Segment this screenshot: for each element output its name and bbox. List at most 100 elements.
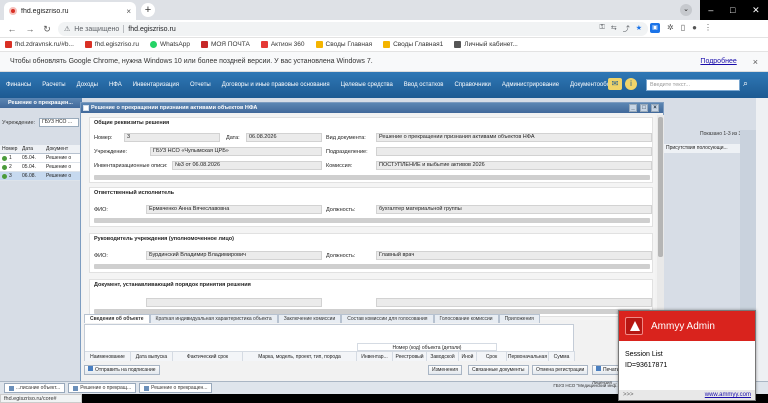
signed-check-icon bbox=[2, 173, 7, 179]
grid-col-release-date[interactable]: Дата выпуска bbox=[131, 352, 173, 361]
grid-col-inventory[interactable]: Инвентар... bbox=[357, 352, 393, 361]
menu-item-income[interactable]: Доходы bbox=[77, 82, 98, 88]
grid-col-factory[interactable]: Заводской bbox=[427, 352, 459, 361]
taskbar-item[interactable]: Решение о прекращен... bbox=[139, 383, 213, 393]
send-for-signing-button[interactable]: Отправить на подписание bbox=[84, 365, 160, 375]
modal-minimize-icon[interactable]: _ bbox=[629, 104, 637, 112]
bookmark-item[interactable]: WhatsApp bbox=[149, 41, 190, 48]
browser-tab[interactable]: fhd.egiszriso.ru × bbox=[4, 2, 136, 20]
bookmark-star-icon[interactable]: ★ bbox=[636, 24, 642, 34]
menu-item-administration[interactable]: Администрирование bbox=[502, 82, 559, 88]
menu-search-input[interactable]: Введите текст... bbox=[646, 79, 740, 91]
bookmark-item[interactable]: Своды Главная1 bbox=[383, 41, 443, 48]
tab-search-icon[interactable]: ⌄ bbox=[680, 4, 692, 16]
tab-characteristics[interactable]: Краткая индивидуальная характеристика об… bbox=[149, 314, 278, 323]
menu-item-nfa[interactable]: НФА bbox=[109, 82, 122, 88]
menu-item-balances[interactable]: Ввод остатков bbox=[404, 82, 444, 88]
grid-col-name[interactable]: Наименование bbox=[85, 352, 131, 361]
menu-item-calculations[interactable]: Расчеты bbox=[42, 82, 65, 88]
cancel-registration-button[interactable]: Отмена регистрации bbox=[532, 365, 589, 375]
tab-attachments[interactable]: Приложения bbox=[498, 314, 540, 323]
linked-documents-button[interactable]: Связанные документы bbox=[468, 365, 529, 375]
menu-item-reports[interactable]: Отчеты bbox=[190, 82, 211, 88]
executor-position-field[interactable]: бухгалтер материальной группы bbox=[376, 205, 652, 214]
profile-icon[interactable]: ● bbox=[692, 23, 697, 33]
section-scrollbar[interactable] bbox=[94, 175, 650, 180]
head-fio-field[interactable]: Бурдинский Владимир Владимирович bbox=[146, 251, 322, 260]
grid-col-other[interactable]: Иной bbox=[459, 352, 477, 361]
share-icon[interactable]: ⤴ bbox=[623, 24, 630, 34]
grid-col-initial[interactable]: Первоначальная bbox=[507, 352, 549, 361]
close-window-icon[interactable]: ✕ bbox=[752, 5, 760, 16]
table-row[interactable]: 3 06.08. Решение о bbox=[0, 172, 82, 181]
grid-col-model[interactable]: Марка, модель, проект, тип, порода bbox=[243, 352, 357, 361]
basis-field-2[interactable] bbox=[376, 298, 652, 307]
maximize-icon[interactable]: □ bbox=[730, 5, 735, 15]
date-field[interactable]: 06.08.2026 bbox=[246, 133, 322, 142]
menu-item-contracts[interactable]: Договоры и иные правовые основания bbox=[222, 82, 330, 88]
url-text[interactable]: fhd.egiszriso.ru bbox=[128, 26, 595, 33]
taskbar-item[interactable]: Решение о прекращ... bbox=[68, 383, 137, 393]
menu-dots-icon[interactable]: ⋮ bbox=[704, 23, 712, 33]
modal-close-icon[interactable]: × bbox=[651, 104, 659, 112]
extension-icon[interactable]: ▣ bbox=[650, 23, 660, 33]
executor-fio-field[interactable]: Ермаченко Анна Вячеславовна bbox=[146, 205, 322, 214]
back-icon[interactable]: ← bbox=[6, 23, 18, 35]
changes-button[interactable]: Изменения bbox=[428, 365, 462, 375]
new-tab-button[interactable]: + bbox=[141, 3, 155, 17]
menu-item-references[interactable]: Справочники bbox=[454, 82, 490, 88]
search-icon[interactable]: ⌕ bbox=[743, 78, 748, 89]
info-icon[interactable]: i bbox=[625, 78, 637, 90]
bookmark-item[interactable]: Личный кабинет... bbox=[454, 41, 518, 48]
tab-commission-members[interactable]: Состав комиссии для голосования bbox=[341, 314, 434, 323]
grid-col-registry[interactable]: Реестровый bbox=[393, 352, 427, 361]
puzzle-icon[interactable]: ✲ bbox=[667, 23, 674, 33]
forward-icon[interactable]: → bbox=[24, 23, 36, 35]
sidepanel-icon[interactable]: ▯ bbox=[681, 23, 685, 33]
background-right-header: Присутствия полосующи... bbox=[664, 144, 740, 153]
modal-maximize-icon[interactable]: □ bbox=[640, 104, 648, 112]
tab-voting[interactable]: Голосование комиссии bbox=[433, 314, 499, 323]
translate-icon[interactable]: ⇆ bbox=[611, 24, 617, 34]
menu-item-finance[interactable]: Финансы bbox=[6, 82, 31, 88]
taskbar-item[interactable]: ...писание объект... bbox=[4, 383, 66, 393]
number-field[interactable]: 3 bbox=[124, 133, 220, 142]
reload-icon[interactable]: ↻ bbox=[41, 23, 53, 35]
omnibox[interactable]: ⚠ Не защищено fhd.egiszriso.ru ⚿ ⇆ ⤴ ★ bbox=[58, 22, 648, 36]
menu-item-inventory[interactable]: Инвентаризация bbox=[133, 82, 179, 88]
envelope-icon[interactable]: ✉ bbox=[608, 78, 622, 90]
tab-object-info[interactable]: Сведения об объекте bbox=[84, 314, 150, 323]
bookmark-item[interactable]: МОЯ ПОЧТА bbox=[200, 41, 250, 48]
ammyy-site-link[interactable]: www.ammyy.com bbox=[705, 390, 751, 400]
bookmark-item[interactable]: Своды Главная bbox=[315, 41, 372, 48]
institution-select[interactable]: ГБУЗ НСО ... bbox=[39, 118, 80, 127]
table-row[interactable]: 2 05.04. Решение о bbox=[0, 163, 82, 172]
inventory-field[interactable]: №3 от 06.08.2026 bbox=[172, 161, 322, 170]
section-scrollbar[interactable] bbox=[94, 264, 650, 269]
infobar-close-icon[interactable]: × bbox=[753, 57, 758, 67]
grid-col-term[interactable]: Срок bbox=[477, 352, 507, 361]
infobar-details-link[interactable]: Подробнее bbox=[700, 58, 736, 65]
scrollbar-thumb[interactable] bbox=[658, 117, 663, 257]
modal-vertical-scrollbar[interactable] bbox=[657, 115, 664, 320]
key-icon[interactable]: ⚿ bbox=[600, 24, 605, 34]
bookmark-item[interactable]: Актион 360 bbox=[260, 41, 305, 48]
ammyy-session-list[interactable]: Session List bbox=[625, 349, 755, 360]
tab-conclusion[interactable]: Заключение комиссии bbox=[277, 314, 342, 323]
section-scrollbar[interactable] bbox=[94, 218, 650, 223]
institution-field[interactable]: ГБУЗ НСО «Чулымская ЦРБ» bbox=[150, 147, 322, 156]
menu-item-target-funds[interactable]: Целевые средства bbox=[341, 82, 393, 88]
basis-field-1[interactable] bbox=[146, 298, 322, 307]
tab-close-icon[interactable]: × bbox=[126, 7, 131, 16]
ammyy-expand-arrows[interactable]: >>> bbox=[623, 390, 634, 400]
bookmark-item[interactable]: fhd.zdravnsk.ru/#b... bbox=[5, 41, 74, 48]
minimize-icon[interactable]: – bbox=[708, 5, 713, 15]
table-row[interactable]: 1 05.04. Решение о bbox=[0, 154, 82, 163]
grid-col-actual-term[interactable]: Фактический срок bbox=[173, 352, 243, 361]
head-position-field[interactable]: Главный врач bbox=[376, 251, 652, 260]
doctype-field[interactable]: Решение о прекращении признания активами… bbox=[376, 133, 652, 142]
commission-field[interactable]: ПОСТУПЛЕНИЕ и выбытие активов 2026 bbox=[376, 161, 652, 170]
grid-col-sum[interactable]: Сумма bbox=[549, 352, 575, 361]
bookmark-item[interactable]: fhd.egiszriso.ru bbox=[84, 41, 139, 48]
department-field[interactable] bbox=[376, 147, 652, 156]
